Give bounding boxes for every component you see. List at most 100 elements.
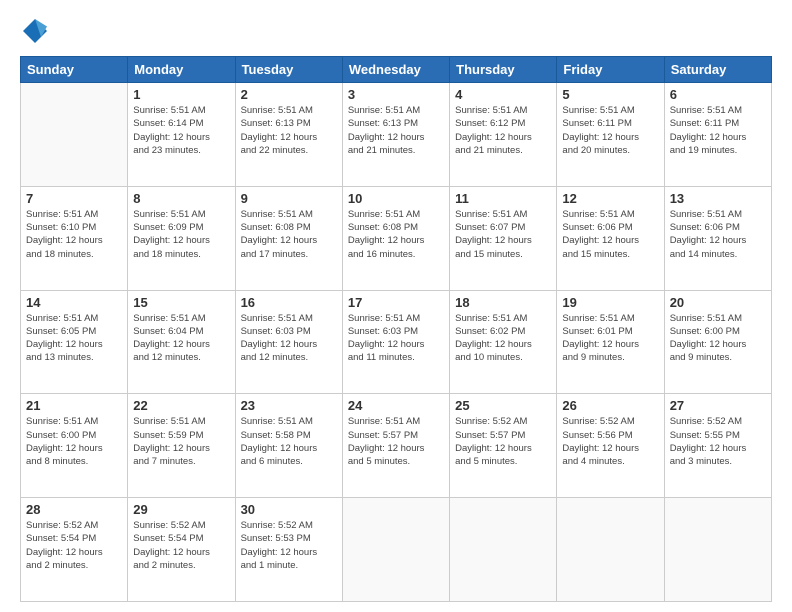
day-number: 13 [670,191,766,206]
calendar-cell [21,83,128,187]
day-info: Sunrise: 5:51 AM Sunset: 6:06 PM Dayligh… [562,208,658,261]
day-info: Sunrise: 5:51 AM Sunset: 6:00 PM Dayligh… [670,312,766,365]
day-number: 27 [670,398,766,413]
calendar-cell: 15 Sunrise: 5:51 AM Sunset: 6:04 PM Dayli… [128,290,235,394]
day-number: 1 [133,87,229,102]
day-info: Sunrise: 5:51 AM Sunset: 5:59 PM Dayligh… [133,415,229,468]
day-info: Sunrise: 5:51 AM Sunset: 6:03 PM Dayligh… [241,312,337,365]
day-number: 19 [562,295,658,310]
day-info: Sunrise: 5:51 AM Sunset: 6:11 PM Dayligh… [670,104,766,157]
calendar-cell: 17 Sunrise: 5:51 AM Sunset: 6:03 PM Dayli… [342,290,449,394]
calendar-cell: 13 Sunrise: 5:51 AM Sunset: 6:06 PM Dayli… [664,186,771,290]
calendar-cell: 16 Sunrise: 5:51 AM Sunset: 6:03 PM Dayli… [235,290,342,394]
day-number: 12 [562,191,658,206]
header [20,16,772,46]
day-number: 17 [348,295,444,310]
calendar-cell: 6 Sunrise: 5:51 AM Sunset: 6:11 PM Daylig… [664,83,771,187]
calendar-cell: 27 Sunrise: 5:52 AM Sunset: 5:55 PM Dayli… [664,394,771,498]
page: SundayMondayTuesdayWednesdayThursdayFrid… [0,0,792,612]
calendar-cell [664,498,771,602]
day-number: 23 [241,398,337,413]
day-number: 5 [562,87,658,102]
calendar-cell: 23 Sunrise: 5:51 AM Sunset: 5:58 PM Dayli… [235,394,342,498]
calendar-cell: 20 Sunrise: 5:51 AM Sunset: 6:00 PM Dayli… [664,290,771,394]
weekday-header: Tuesday [235,57,342,83]
day-number: 10 [348,191,444,206]
day-info: Sunrise: 5:51 AM Sunset: 6:06 PM Dayligh… [670,208,766,261]
weekday-header: Thursday [450,57,557,83]
calendar-cell: 26 Sunrise: 5:52 AM Sunset: 5:56 PM Dayli… [557,394,664,498]
day-number: 24 [348,398,444,413]
calendar-cell: 5 Sunrise: 5:51 AM Sunset: 6:11 PM Daylig… [557,83,664,187]
calendar-cell: 4Sunrise: 5:51 AM Sunset: 6:12 PM Daylig… [450,83,557,187]
day-number: 25 [455,398,551,413]
day-info: Sunrise: 5:51 AM Sunset: 5:57 PM Dayligh… [348,415,444,468]
day-info: Sunrise: 5:51 AM Sunset: 6:04 PM Dayligh… [133,312,229,365]
weekday-header: Wednesday [342,57,449,83]
calendar-cell: 11 Sunrise: 5:51 AM Sunset: 6:07 PM Dayli… [450,186,557,290]
calendar-cell: 3 Sunrise: 5:51 AM Sunset: 6:13 PM Daylig… [342,83,449,187]
calendar-table: SundayMondayTuesdayWednesdayThursdayFrid… [20,56,772,602]
calendar-cell: 10 Sunrise: 5:51 AM Sunset: 6:08 PM Dayli… [342,186,449,290]
day-number: 2 [241,87,337,102]
day-info: Sunrise: 5:51 AM Sunset: 6:10 PM Dayligh… [26,208,122,261]
day-number: 7 [26,191,122,206]
day-number: 3 [348,87,444,102]
calendar-cell: 12 Sunrise: 5:51 AM Sunset: 6:06 PM Dayli… [557,186,664,290]
day-number: 29 [133,502,229,517]
day-number: 22 [133,398,229,413]
day-info: Sunrise: 5:51 AM Sunset: 6:02 PM Dayligh… [455,312,551,365]
calendar-cell [450,498,557,602]
day-number: 11 [455,191,551,206]
calendar-cell: 8Sunrise: 5:51 AM Sunset: 6:09 PM Daylig… [128,186,235,290]
day-number: 26 [562,398,658,413]
calendar-cell: 7 Sunrise: 5:51 AM Sunset: 6:10 PM Daylig… [21,186,128,290]
day-info: Sunrise: 5:51 AM Sunset: 6:08 PM Dayligh… [348,208,444,261]
day-info: Sunrise: 5:51 AM Sunset: 6:03 PM Dayligh… [348,312,444,365]
weekday-header: Sunday [21,57,128,83]
day-info: Sunrise: 5:52 AM Sunset: 5:54 PM Dayligh… [26,519,122,572]
calendar-cell: 2Sunrise: 5:51 AM Sunset: 6:13 PM Daylig… [235,83,342,187]
day-number: 20 [670,295,766,310]
day-info: Sunrise: 5:51 AM Sunset: 6:11 PM Dayligh… [562,104,658,157]
day-number: 15 [133,295,229,310]
calendar-cell: 19 Sunrise: 5:51 AM Sunset: 6:01 PM Dayli… [557,290,664,394]
calendar-cell: 22 Sunrise: 5:51 AM Sunset: 5:59 PM Dayli… [128,394,235,498]
day-info: Sunrise: 5:51 AM Sunset: 6:14 PM Dayligh… [133,104,229,157]
weekday-header: Monday [128,57,235,83]
day-info: Sunrise: 5:51 AM Sunset: 6:13 PM Dayligh… [348,104,444,157]
day-number: 4 [455,87,551,102]
day-number: 18 [455,295,551,310]
day-number: 21 [26,398,122,413]
day-number: 6 [670,87,766,102]
calendar-cell: 24 Sunrise: 5:51 AM Sunset: 5:57 PM Dayli… [342,394,449,498]
calendar-cell [557,498,664,602]
calendar-cell: 9Sunrise: 5:51 AM Sunset: 6:08 PM Daylig… [235,186,342,290]
day-info: Sunrise: 5:51 AM Sunset: 5:58 PM Dayligh… [241,415,337,468]
day-info: Sunrise: 5:52 AM Sunset: 5:54 PM Dayligh… [133,519,229,572]
day-info: Sunrise: 5:51 AM Sunset: 6:09 PM Dayligh… [133,208,229,261]
day-number: 28 [26,502,122,517]
day-info: Sunrise: 5:51 AM Sunset: 6:00 PM Dayligh… [26,415,122,468]
weekday-header: Saturday [664,57,771,83]
calendar-cell: 28 Sunrise: 5:52 AM Sunset: 5:54 PM Dayli… [21,498,128,602]
day-number: 16 [241,295,337,310]
day-info: Sunrise: 5:52 AM Sunset: 5:53 PM Dayligh… [241,519,337,572]
calendar-cell: 1 Sunrise: 5:51 AM Sunset: 6:14 PM Daylig… [128,83,235,187]
day-info: Sunrise: 5:51 AM Sunset: 6:05 PM Dayligh… [26,312,122,365]
day-info: Sunrise: 5:52 AM Sunset: 5:55 PM Dayligh… [670,415,766,468]
calendar-cell [342,498,449,602]
day-number: 30 [241,502,337,517]
calendar-cell: 25 Sunrise: 5:52 AM Sunset: 5:57 PM Dayli… [450,394,557,498]
calendar-cell: 14Sunrise: 5:51 AM Sunset: 6:05 PM Dayli… [21,290,128,394]
day-info: Sunrise: 5:51 AM Sunset: 6:07 PM Dayligh… [455,208,551,261]
logo-icon [20,16,50,46]
logo [20,16,54,46]
day-number: 9 [241,191,337,206]
day-info: Sunrise: 5:52 AM Sunset: 5:56 PM Dayligh… [562,415,658,468]
weekday-header: Friday [557,57,664,83]
calendar-cell: 21 Sunrise: 5:51 AM Sunset: 6:00 PM Dayli… [21,394,128,498]
day-info: Sunrise: 5:51 AM Sunset: 6:01 PM Dayligh… [562,312,658,365]
calendar-cell: 30 Sunrise: 5:52 AM Sunset: 5:53 PM Dayli… [235,498,342,602]
day-info: Sunrise: 5:52 AM Sunset: 5:57 PM Dayligh… [455,415,551,468]
